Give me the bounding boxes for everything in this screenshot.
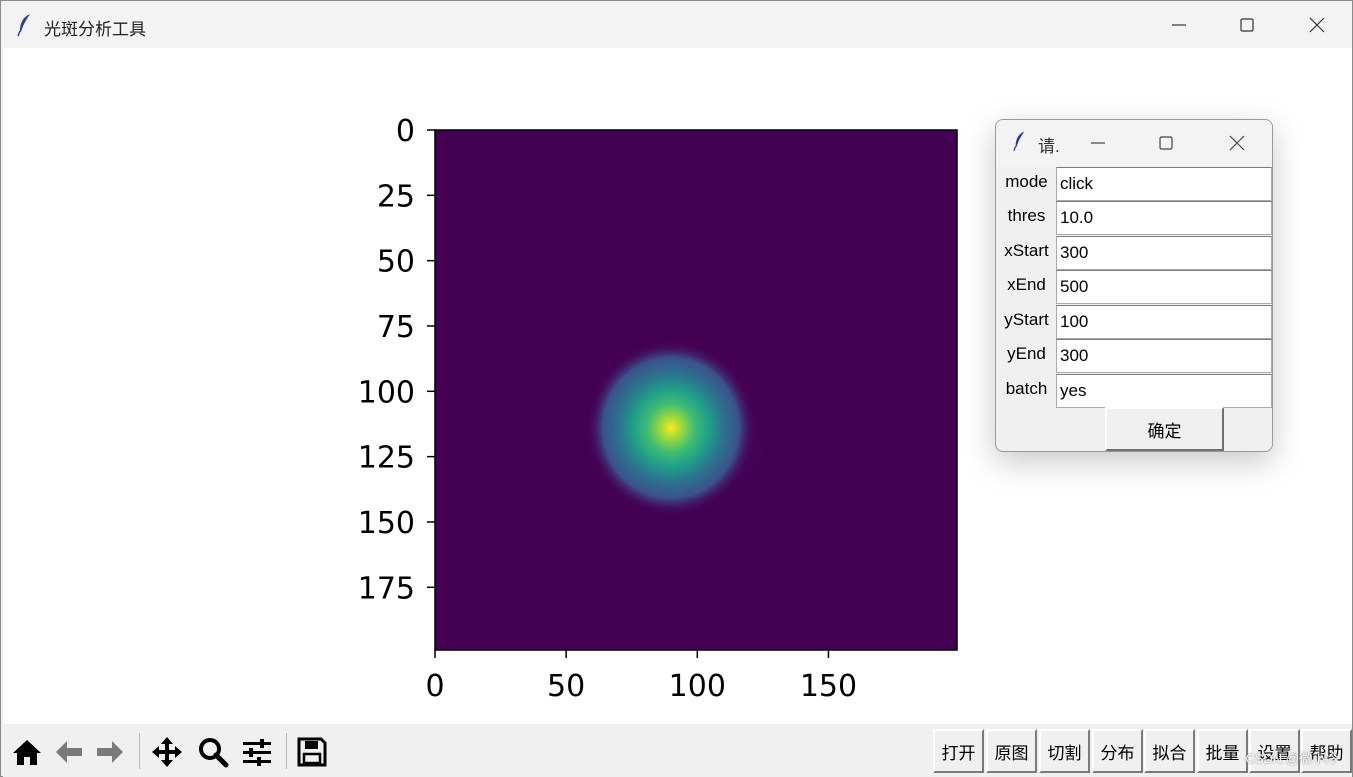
configure-subplots-button[interactable] (239, 734, 275, 770)
zoom-button[interactable] (195, 734, 231, 770)
dialog-maximize-button[interactable] (1131, 120, 1201, 166)
field-row-yend: yEnd (996, 338, 1272, 373)
x-tick-label: 50 (547, 669, 585, 704)
field-row-ystart: yStart (996, 304, 1272, 339)
configure-subplots-icon (243, 739, 271, 766)
maximize-button[interactable] (1212, 1, 1282, 48)
confirm-button[interactable]: 确定 (1105, 407, 1224, 451)
fit-button[interactable]: 拟合 (1144, 729, 1195, 773)
field-label: xStart (1004, 241, 1049, 260)
dialog-minimize-button[interactable] (1063, 120, 1133, 166)
y-tick-label: 150 (358, 506, 415, 541)
xstart-input[interactable] (1056, 236, 1272, 270)
feather-app-icon (17, 14, 30, 37)
original-image-button[interactable]: 原图 (986, 729, 1037, 773)
y-tick-label: 75 (377, 310, 415, 345)
field-row-mode: mode (996, 166, 1272, 201)
field-label: yEnd (1007, 344, 1046, 363)
plot-layer: 0 50 100 150 0 25 50 75 100 125 150 175 (358, 114, 958, 704)
ystart-input[interactable] (1056, 305, 1272, 339)
back-button[interactable] (51, 734, 87, 770)
xend-input[interactable] (1056, 270, 1272, 304)
forward-arrow-icon (97, 741, 123, 763)
zoom-magnifier-icon (199, 738, 229, 768)
save-disk-icon (297, 737, 327, 767)
dialog-title: 请. (1038, 137, 1060, 156)
bottom-toolbar: 打开 原图 切割 分布 拟合 批量 设置 帮助 CSDN @微小冷 (3, 724, 1352, 777)
field-label: xEnd (1007, 275, 1046, 294)
toolbar-separator (139, 733, 140, 769)
x-tick-label: 150 (800, 669, 857, 704)
mode-input[interactable] (1056, 167, 1272, 201)
open-button[interactable]: 打开 (933, 729, 984, 773)
pan-move-icon (152, 737, 182, 767)
crop-button[interactable]: 切割 (1039, 729, 1090, 773)
field-label: batch (1005, 379, 1048, 398)
close-icon (1229, 135, 1245, 151)
x-tick-label: 100 (669, 669, 726, 704)
dialog-close-button[interactable] (1202, 120, 1272, 166)
feather-app-icon (1013, 131, 1025, 151)
y-tick-label: 25 (377, 179, 415, 214)
field-row-batch: batch (996, 373, 1272, 408)
field-label: yStart (1004, 310, 1049, 329)
yend-input[interactable] (1056, 339, 1272, 373)
maximize-icon (1159, 136, 1173, 150)
spot-core (586, 340, 756, 516)
y-tick-label: 100 (358, 375, 415, 410)
minimize-button[interactable] (1144, 1, 1214, 48)
field-row-xend: xEnd (996, 269, 1272, 304)
distribution-button[interactable]: 分布 (1092, 729, 1143, 773)
thres-input[interactable] (1056, 201, 1272, 235)
y-tick-label: 175 (358, 571, 415, 606)
y-tick-label: 125 (358, 441, 415, 476)
home-button[interactable] (9, 734, 45, 770)
field-label: mode (1005, 172, 1048, 191)
pan-button[interactable] (149, 734, 185, 770)
dialog-title-bar[interactable]: 请. (996, 120, 1272, 166)
field-label: thres (1007, 206, 1046, 225)
forward-button[interactable] (92, 734, 128, 770)
field-row-thres: thres (996, 200, 1272, 235)
watermark: CSDN @微小冷 (1245, 751, 1338, 766)
close-icon (1309, 17, 1325, 32)
back-arrow-icon (56, 741, 82, 763)
minimize-icon (1172, 23, 1186, 26)
field-row-xstart: xStart (996, 235, 1272, 270)
title-bar[interactable]: 光斑分析工具 (1, 1, 1352, 48)
save-button[interactable] (294, 734, 330, 770)
close-button[interactable] (1282, 1, 1352, 48)
parameter-dialog: 请. mode thres xStart xEnd yStart yEnd ba… (995, 119, 1273, 452)
minimize-icon (1091, 142, 1105, 144)
toolbar-separator (286, 733, 287, 769)
maximize-icon (1240, 17, 1254, 32)
window-title: 光斑分析工具 (44, 20, 146, 39)
home-icon (13, 740, 41, 765)
y-tick-label: 50 (377, 245, 415, 280)
y-tick-label: 0 (396, 114, 415, 149)
batch-input[interactable] (1056, 374, 1272, 408)
batch-button[interactable]: 批量 (1197, 729, 1248, 773)
x-tick-label: 0 (425, 669, 444, 704)
